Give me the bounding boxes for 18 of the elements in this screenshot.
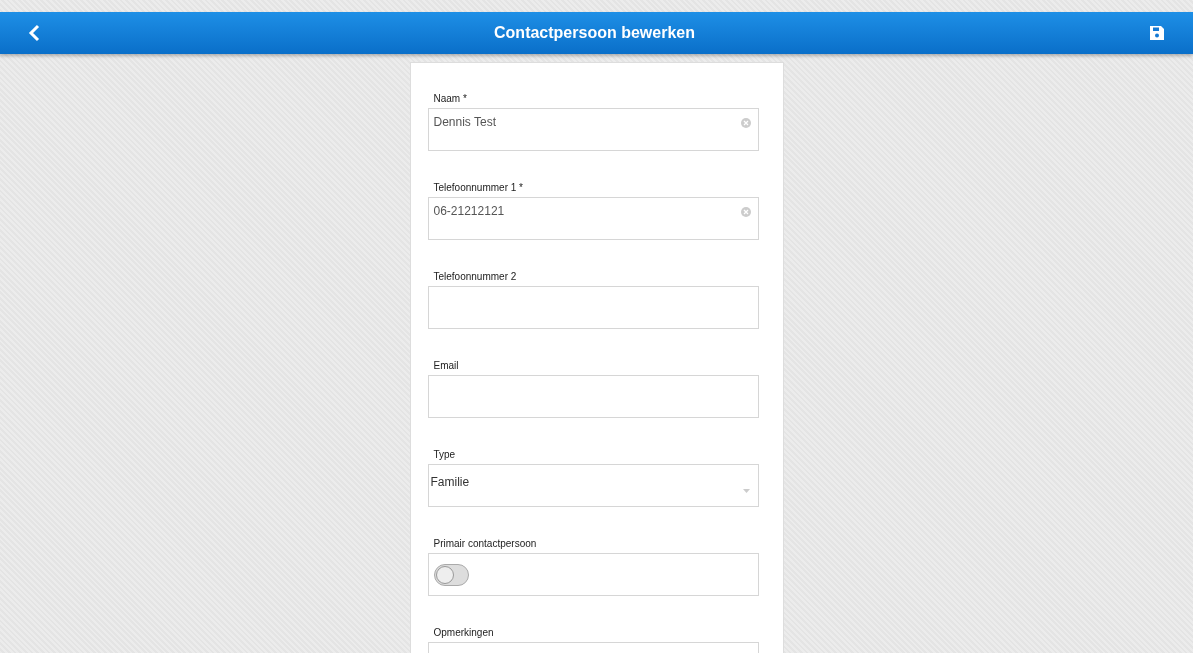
input-field[interactable]: Dennis Test (427, 108, 759, 151)
input-field[interactable] (427, 375, 759, 418)
field-label: Type (433, 449, 457, 461)
field-label: Telefoonnummer 1 * (433, 182, 524, 194)
page-title: Contactpersoon bewerken (494, 23, 695, 43)
toggle-switch[interactable] (433, 564, 469, 586)
clear-icon[interactable] (740, 118, 751, 128)
field-label: Opmerkingen (433, 627, 495, 639)
field-label: Naam * (433, 93, 468, 105)
field-label: Primair contactpersoon (433, 538, 538, 550)
dropdown-icon (742, 489, 750, 493)
chevron-left-icon (28, 24, 40, 42)
select-field[interactable]: Familie (427, 464, 759, 507)
field-label: Telefoonnummer 2 (433, 271, 518, 283)
input-field[interactable]: 06-21212121 (427, 197, 759, 240)
clear-icon[interactable] (740, 207, 751, 217)
input-field[interactable] (427, 286, 759, 329)
field-label: Email (433, 360, 460, 372)
